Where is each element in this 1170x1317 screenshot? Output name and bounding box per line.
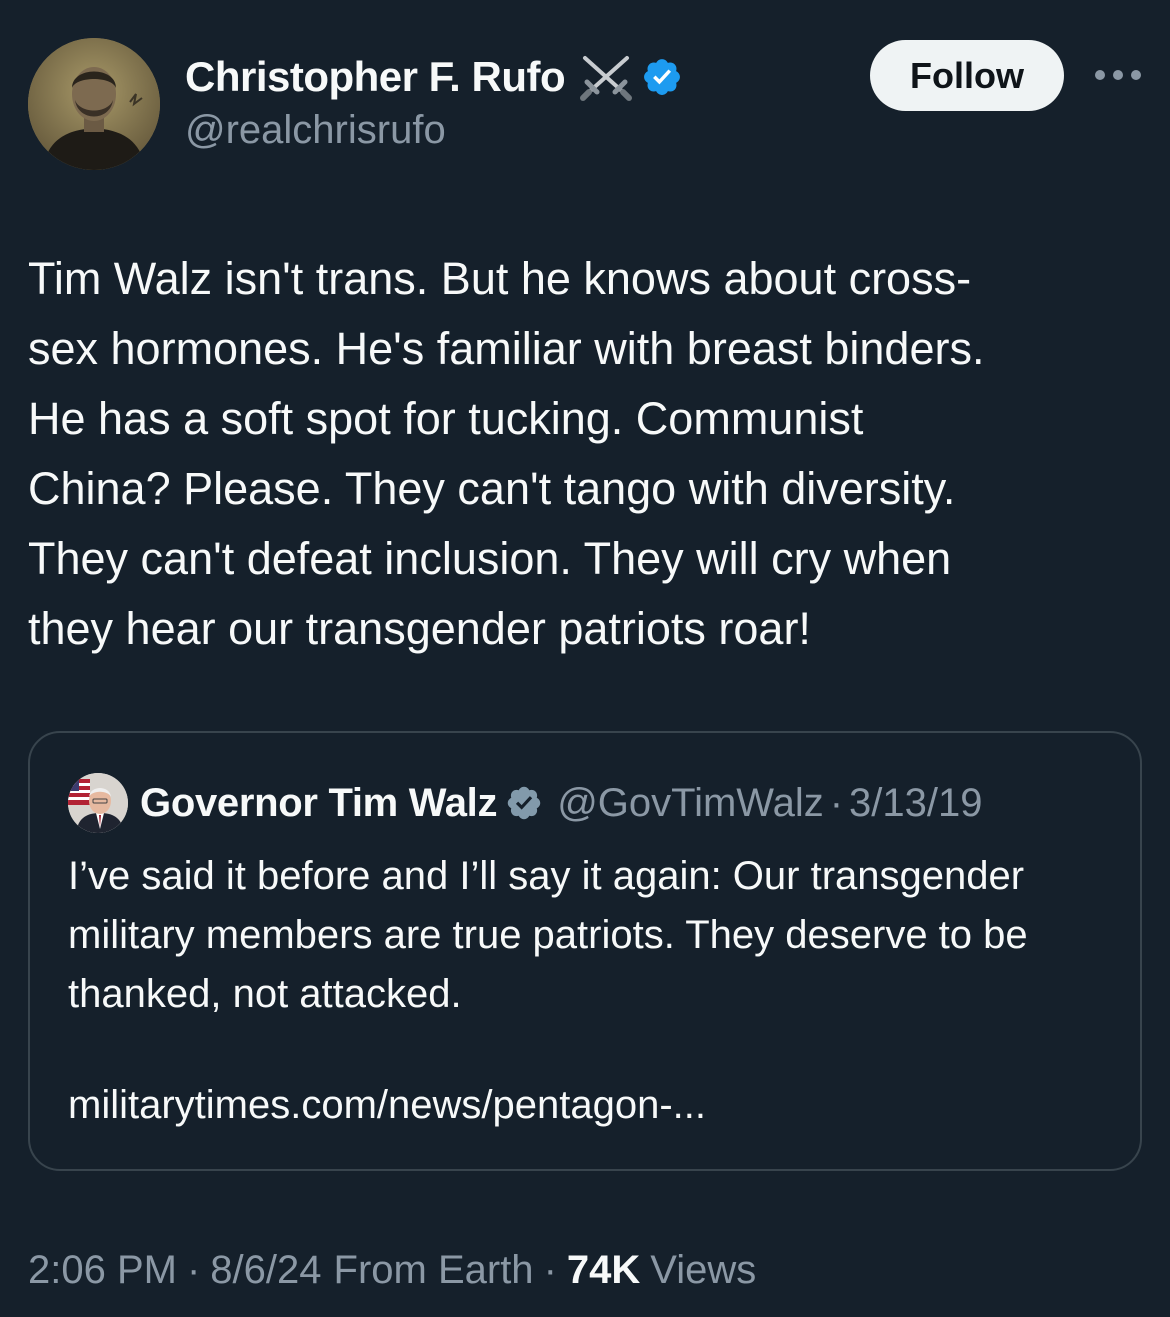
quoted-separator: · [829, 780, 844, 825]
verified-badge-icon [644, 59, 681, 95]
tweet-text: Tim Walz isn't trans. But he knows about… [28, 253, 985, 654]
verified-badge-icon [507, 786, 541, 820]
tweet-time[interactable]: 2:06 PM [28, 1248, 177, 1293]
views-count[interactable]: 74K [567, 1248, 640, 1293]
more-options-button[interactable] [1090, 58, 1146, 92]
tweet-container: Christopher F. Rufo @realchrisrufo Follo… [0, 0, 1170, 1317]
more-options-icon [1095, 70, 1141, 80]
author-name-row: Christopher F. Rufo [185, 50, 683, 104]
meta-separator: · [543, 1247, 557, 1292]
follow-button[interactable]: Follow [870, 40, 1064, 111]
author-display-name[interactable]: Christopher F. Rufo [185, 53, 566, 101]
tweet-meta: 2:06 PM · 8/6/24 From Earth · 74K Views [28, 1244, 756, 1296]
author-avatar[interactable] [28, 38, 160, 170]
author-handle[interactable]: @realchrisrufo [185, 108, 446, 153]
meta-separator: · [186, 1247, 201, 1292]
quoted-tweet-date[interactable]: 3/13/19 [849, 781, 982, 826]
quoted-author-name[interactable]: Governor Tim Walz [140, 781, 497, 826]
views-label: Views [650, 1247, 757, 1292]
crossed-swords-icon [580, 56, 633, 101]
quoted-tweet-header: Governor Tim Walz @GovTimWalz · 3/13/19 [140, 777, 983, 829]
quoted-tweet-card[interactable]: Governor Tim Walz @GovTimWalz · 3/13/19 … [28, 731, 1142, 1171]
quoted-tweet-link[interactable]: militarytimes.com/news/pentagon-... [68, 1083, 706, 1128]
quoted-tweet-text: I’ve said it before and I’ll say it agai… [68, 854, 1028, 1016]
quoted-author-avatar[interactable] [68, 773, 128, 833]
tweet-source: From Earth [333, 1247, 534, 1292]
tweet-date[interactable]: 8/6/24 [210, 1248, 321, 1293]
quoted-author-handle[interactable]: @GovTimWalz [557, 781, 824, 826]
